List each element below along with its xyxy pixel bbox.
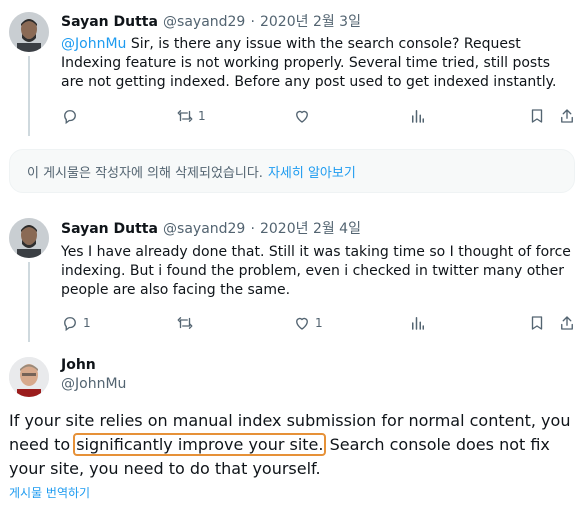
tweet2-header: Sayan Dutta @sayand29 · 2020년 2월 4일	[61, 218, 361, 238]
reply-button[interactable]	[61, 107, 83, 125]
author-name[interactable]: Sayan Dutta	[61, 14, 158, 30]
reply-icon	[64, 317, 76, 332]
author-handle[interactable]: @JohnMu	[61, 376, 126, 392]
views-button[interactable]	[409, 314, 427, 332]
bookmark-icon	[531, 109, 543, 123]
mention-link[interactable]: @JohnMu	[61, 36, 126, 52]
bookmark-button[interactable]	[528, 107, 546, 125]
avatar-sayan-dutta[interactable]	[9, 12, 49, 52]
avatar-john[interactable]	[9, 357, 49, 397]
retweet-count: 1	[198, 109, 206, 123]
like-count: 1	[315, 316, 323, 330]
tweet2-actions: 1 1	[61, 314, 576, 334]
reply-icon	[64, 110, 76, 125]
views-icon	[412, 110, 424, 123]
deleted-notice-text: 이 게시물은 작성자에 의해 삭제되었습니다.	[27, 165, 263, 181]
views-button[interactable]	[409, 107, 427, 125]
tweet2-text: Yes I have already done that. Still it w…	[61, 244, 571, 298]
thread-connector	[28, 56, 30, 136]
author-name[interactable]: John	[61, 357, 126, 373]
highlighted-phrase: significantly improve your site.	[73, 433, 327, 456]
translate-post-link[interactable]: 게시물 번역하기	[9, 484, 90, 501]
share-icon	[561, 316, 573, 330]
like-button[interactable]: 1	[293, 314, 323, 332]
share-icon	[561, 109, 573, 123]
retweet-icon	[177, 317, 193, 329]
like-icon	[296, 317, 308, 330]
thread-connector	[28, 262, 30, 342]
author-handle[interactable]: @sayand29	[163, 14, 245, 30]
tweet1-text: @JohnMu Sir, is there any issue with the…	[61, 35, 576, 92]
views-icon	[412, 317, 424, 330]
share-button[interactable]	[558, 314, 576, 332]
learn-more-link[interactable]: 자세히 알아보기	[268, 162, 356, 181]
tweet-date[interactable]: 2020년 2월 3일	[260, 14, 361, 30]
retweet-icon	[177, 110, 193, 122]
like-icon	[296, 110, 308, 123]
tweet3-text: If your site relies on manual index subm…	[9, 409, 579, 481]
tweet-body: Sir, is there any issue with the search …	[61, 36, 557, 90]
avatar-image	[9, 357, 49, 397]
reply-button[interactable]: 1	[61, 314, 91, 332]
bookmark-button[interactable]	[528, 314, 546, 332]
author-handle[interactable]: @sayand29	[163, 221, 245, 237]
tweet-date[interactable]: 2020년 2월 4일	[260, 221, 361, 237]
reply-count: 1	[83, 316, 91, 330]
author-name[interactable]: Sayan Dutta	[61, 221, 158, 237]
tweet3-header: John @JohnMu	[61, 357, 126, 392]
like-button[interactable]	[293, 107, 315, 125]
retweet-button[interactable]: 1	[176, 107, 206, 125]
avatar-image	[9, 12, 49, 52]
bookmark-icon	[531, 316, 543, 330]
deleted-post-notice: 이 게시물은 작성자에 의해 삭제되었습니다. 자세히 알아보기	[9, 149, 575, 193]
tweet1-header: Sayan Dutta @sayand29 · 2020년 2월 3일	[61, 11, 361, 31]
avatar-sayan-dutta[interactable]	[9, 218, 49, 258]
separator-dot: ·	[250, 221, 255, 237]
separator-dot: ·	[250, 14, 255, 30]
share-button[interactable]	[558, 107, 576, 125]
retweet-button[interactable]	[176, 314, 198, 332]
avatar-image	[9, 218, 49, 258]
tweet1-actions: 1	[61, 107, 576, 127]
